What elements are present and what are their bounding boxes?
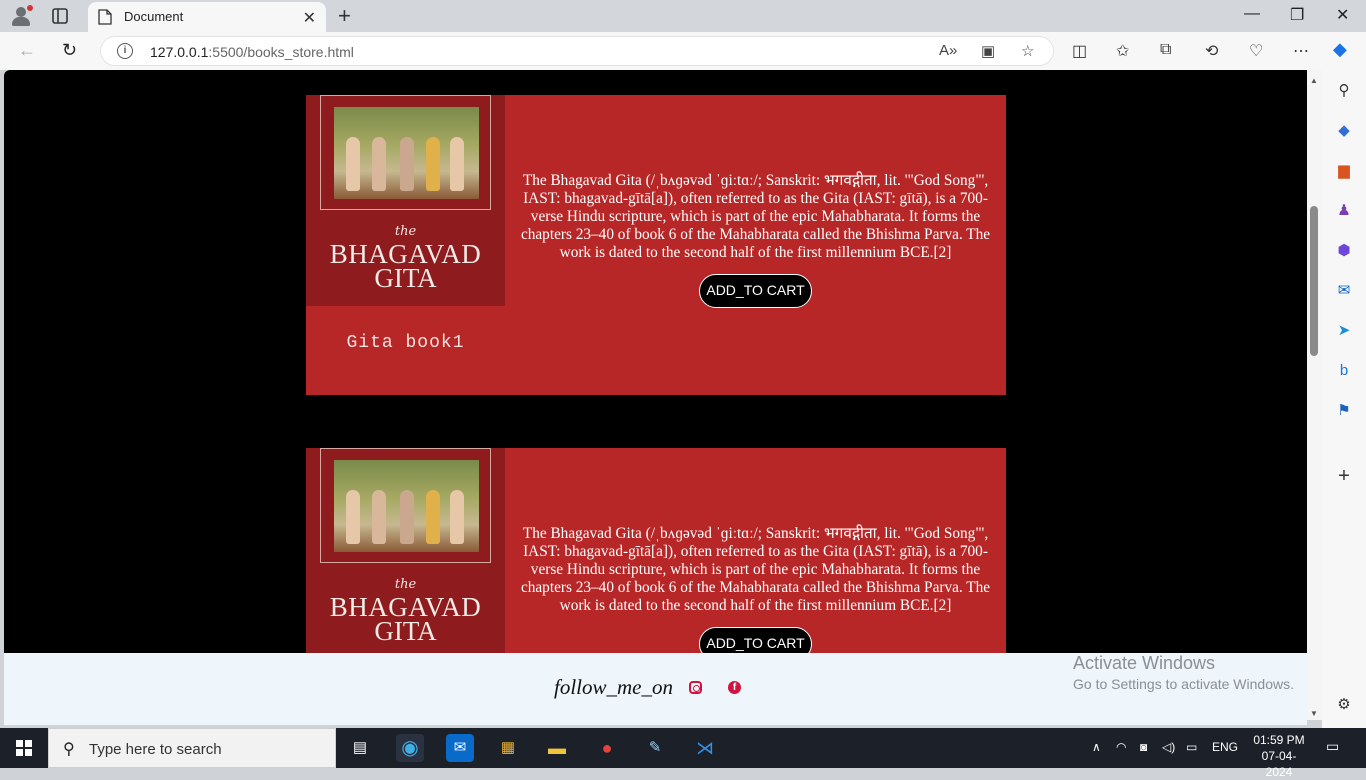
outlook-icon[interactable]: ✉ xyxy=(1334,281,1354,301)
performance-icon[interactable]: ♡ xyxy=(1249,41,1263,61)
taskbar-search-box[interactable]: ⚲ Type here to search xyxy=(48,728,336,768)
immersive-reader-icon[interactable]: ▣ xyxy=(981,42,995,60)
vscode-app-icon[interactable]: ⋊ xyxy=(691,734,719,762)
edge-app-icon[interactable]: ◉ xyxy=(396,734,424,762)
search-icon: ⚲ xyxy=(63,741,75,758)
notifications-icon[interactable]: ▭ xyxy=(1326,738,1339,755)
store-app-icon[interactable]: ▦ xyxy=(494,734,522,762)
refresh-icon[interactable]: ↻ xyxy=(62,40,77,61)
book-cover-image: the BHAGAVAD GITA xyxy=(306,448,505,653)
add-to-cart-button[interactable]: ADD_TO CART xyxy=(699,274,812,308)
new-tab-icon[interactable]: + xyxy=(338,3,351,29)
chrome-app-icon[interactable]: ● xyxy=(593,734,621,762)
flag-icon[interactable]: ⚑ xyxy=(1334,401,1354,421)
document-icon xyxy=(98,9,112,25)
windows-start-icon[interactable] xyxy=(16,740,32,756)
address-bar[interactable]: i 127.0.0.1:5500/books_store.html A» ▣ ☆ xyxy=(100,36,1054,66)
page-viewport: the BHAGAVAD GITA Gita book1 The Bhagava… xyxy=(4,70,1307,653)
windows-taskbar: ⚲ Type here to search ▤ ◉ ✉ ▦ ▬ ● ✎ ⋊ ∧ … xyxy=(0,728,1366,779)
shopping-tag-icon[interactable]: ◆ xyxy=(1334,121,1354,141)
instagram-icon[interactable] xyxy=(689,681,702,694)
search-placeholder: Type here to search xyxy=(89,741,222,758)
task-view-icon[interactable]: ▤ xyxy=(346,734,374,762)
tab-actions-icon[interactable] xyxy=(50,6,70,26)
read-aloud-icon[interactable]: A» xyxy=(939,42,957,59)
split-screen-icon[interactable]: ◫ xyxy=(1072,41,1087,61)
history-icon[interactable]: ⟲ xyxy=(1205,41,1218,61)
add-sidebar-app-icon[interactable]: + xyxy=(1334,466,1354,486)
webcam-icon[interactable]: ◙ xyxy=(1140,740,1147,754)
browser-toolbar: ← ↻ i 127.0.0.1:5500/books_store.html A»… xyxy=(0,32,1366,70)
mail-app-icon[interactable]: ✉ xyxy=(446,734,474,762)
search-icon[interactable]: ⚲ xyxy=(1334,81,1354,101)
paint-app-icon[interactable]: ✎ xyxy=(641,734,669,762)
scroll-down-icon[interactable]: ▼ xyxy=(1310,709,1318,718)
edge-sidebar: ⚲ ◆ ▆ ♟ ⬢ ✉ ➤ b ⚑ + ⚙ xyxy=(1322,70,1366,728)
volume-icon[interactable]: ◁) xyxy=(1162,740,1175,754)
minimize-icon[interactable]: — xyxy=(1244,5,1260,23)
sidebar-settings-icon[interactable]: ⚙ xyxy=(1334,695,1354,715)
copilot-icon[interactable]: ◆ xyxy=(1333,39,1347,60)
tab-title: Document xyxy=(124,9,184,24)
book-label: Gita book1 xyxy=(346,333,465,353)
scroll-up-icon[interactable]: ▲ xyxy=(1310,76,1318,85)
facebook-icon[interactable]: f xyxy=(728,681,741,694)
tab-document[interactable]: Document ✕ xyxy=(88,2,326,32)
battery-icon[interactable]: ▭ xyxy=(1186,740,1197,754)
games-icon[interactable]: ♟ xyxy=(1334,201,1354,221)
follow-me-text: follow_me_on xyxy=(554,675,673,699)
back-icon[interactable]: ← xyxy=(18,40,36,61)
profile-icon[interactable] xyxy=(10,5,33,27)
restore-icon[interactable]: ❐ xyxy=(1290,5,1304,25)
telegram-icon[interactable]: ➤ xyxy=(1334,321,1354,341)
book-card: the BHAGAVAD GITA Gita book1 The Bhagava… xyxy=(306,95,1006,395)
microsoft-365-icon[interactable]: ⬢ xyxy=(1334,241,1354,261)
language-indicator[interactable]: ENG xyxy=(1212,740,1238,754)
tools-icon[interactable]: ▆ xyxy=(1334,161,1354,181)
book-description: The Bhagavad Gita (/ˌbʌɡəvəd ˈɡiːtɑː/; S… xyxy=(520,172,991,261)
show-hidden-icons[interactable]: ∧ xyxy=(1092,740,1101,754)
network-icon[interactable]: ◠ xyxy=(1116,740,1126,754)
favorites-icon[interactable]: ✩ xyxy=(1116,41,1129,61)
page-scrollbar[interactable]: ▲ ▼ xyxy=(1307,70,1322,720)
bing-icon[interactable]: b xyxy=(1334,361,1354,381)
more-menu-icon[interactable]: ⋯ xyxy=(1293,41,1309,61)
favorite-star-icon[interactable]: ☆ xyxy=(1021,42,1034,60)
file-explorer-icon[interactable]: ▬ xyxy=(543,734,571,762)
tab-close-icon[interactable]: ✕ xyxy=(303,8,316,28)
browser-tab-bar: Document ✕ + — ❐ ✕ xyxy=(0,0,1366,32)
site-info-icon[interactable]: i xyxy=(117,43,133,59)
book-cover-image: the BHAGAVAD GITA xyxy=(306,95,505,306)
add-to-cart-button[interactable]: ADD_TO CART xyxy=(699,627,812,653)
url-text[interactable]: 127.0.0.1:5500/books_store.html xyxy=(150,44,354,60)
collections-icon[interactable]: ⧉ xyxy=(1160,41,1171,59)
book-card: the BHAGAVAD GITA The Bhagavad Gita (/ˌb… xyxy=(306,448,1006,653)
window-close-icon[interactable]: ✕ xyxy=(1336,5,1349,25)
taskbar-clock[interactable]: 01:59 PM 07-04-2024 xyxy=(1250,732,1308,780)
activate-windows-watermark: Activate Windows Go to Settings to activ… xyxy=(1073,653,1294,692)
book-description: The Bhagavad Gita (/ˌbʌɡəvəd ˈɡiːtɑː/; S… xyxy=(520,525,991,614)
scrollbar-thumb[interactable] xyxy=(1310,206,1318,356)
